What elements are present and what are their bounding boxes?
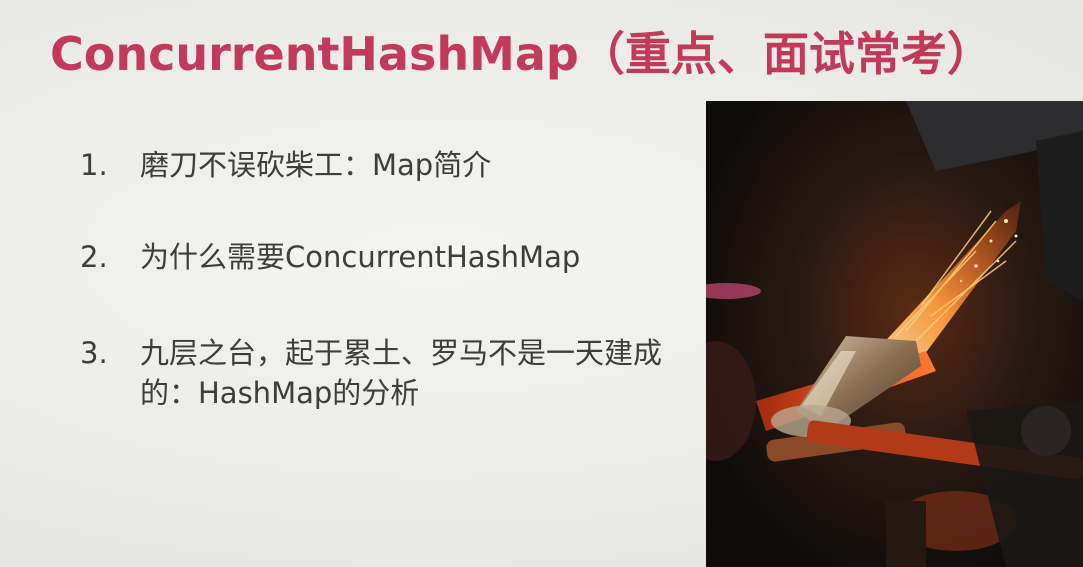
blacksmith-forging-photo — [706, 101, 1083, 567]
forge-sparks-illustration — [706, 101, 1083, 567]
list-item-number: 1. — [80, 148, 108, 182]
list-item-number: 3. — [80, 336, 108, 370]
list-item-number: 2. — [80, 240, 108, 274]
list-item-text: 磨刀不误砍柴工：Map简介 — [140, 148, 492, 182]
presentation-slide: ConcurrentHashMap（重点、面试常考） 1. 磨刀不误砍柴工：Ma… — [0, 0, 1083, 567]
slide-title: ConcurrentHashMap（重点、面试常考） — [50, 27, 993, 81]
list-item-text: 为什么需要ConcurrentHashMap — [140, 240, 581, 274]
list-item-text: 九层之台，起于累土、罗马不是一天建成的：HashMap的分析 — [140, 336, 663, 410]
